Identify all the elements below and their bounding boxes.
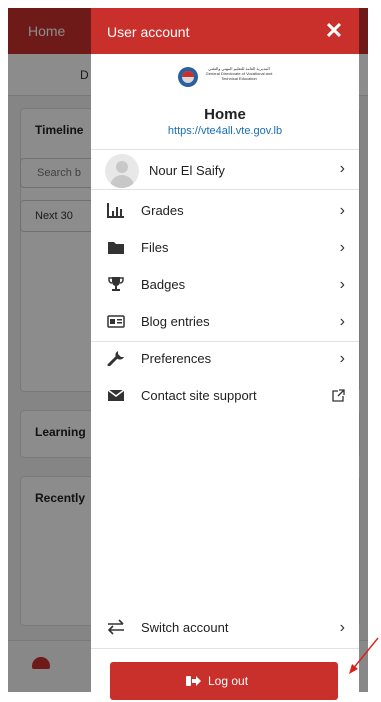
user-profile-item[interactable]: Nour El Saify ›: [91, 150, 359, 190]
chevron-right-icon: ›: [339, 313, 345, 330]
menu-item-grades[interactable]: Grades ›: [91, 192, 359, 229]
user-account-drawer: User account ✕ المديرية العامة للتعليم ا…: [91, 8, 359, 700]
site-name: Home: [204, 106, 246, 123]
blog-icon: [107, 315, 125, 328]
wrench-icon: [107, 351, 124, 366]
menu-item-label: Switch account: [141, 620, 229, 635]
menu-item-label: Grades: [141, 203, 184, 218]
switch-icon: [107, 619, 124, 635]
close-icon[interactable]: ✕: [323, 20, 345, 42]
menu-item-label: Badges: [141, 277, 186, 292]
user-name: Nour El Saify: [149, 163, 225, 178]
logout-section: Log out: [91, 648, 359, 700]
chevron-right-icon: ›: [339, 276, 345, 293]
avatar: [105, 154, 139, 188]
menu-item-files[interactable]: Files ›: [91, 229, 359, 266]
annotation-arrow-icon: [349, 637, 379, 674]
chevron-right-icon: ›: [339, 350, 345, 367]
menu-item-badges[interactable]: Badges ›: [91, 266, 359, 303]
menu-item-label: Blog entries: [141, 314, 210, 329]
site-logo: المديرية العامة للتعليم المهني والتقني G…: [175, 64, 279, 90]
logo-text: المديرية العامة للتعليم المهني والتقني G…: [205, 66, 273, 81]
external-link-icon: [332, 389, 345, 402]
bar-chart-icon: [107, 203, 124, 218]
menu-item-switch-account[interactable]: Switch account ›: [91, 609, 359, 646]
menu-item-blog-entries[interactable]: Blog entries ›: [91, 303, 359, 340]
menu-item-preferences[interactable]: Preferences ›: [91, 340, 359, 377]
folder-icon: [108, 242, 124, 254]
drawer-header: User account ✕: [91, 8, 359, 54]
menu-item-label: Files: [141, 240, 169, 255]
logout-button[interactable]: Log out: [110, 662, 338, 700]
drawer-title: User account: [107, 24, 190, 40]
chevron-right-icon: ›: [339, 619, 345, 636]
menu-item-label: Preferences: [141, 351, 212, 366]
trophy-icon: [108, 277, 124, 291]
sign-out-icon: [186, 676, 201, 686]
menu-item-label: Contact site support: [141, 388, 257, 403]
logo-emblem-icon: [178, 67, 198, 87]
chevron-right-icon: ›: [339, 239, 345, 256]
site-url-link[interactable]: https://vte4all.vte.gov.lb: [91, 125, 359, 137]
site-info: المديرية العامة للتعليم المهني والتقني G…: [91, 54, 359, 150]
logout-label: Log out: [208, 674, 249, 688]
chevron-right-icon: ›: [339, 202, 345, 219]
envelope-icon: [107, 389, 125, 401]
menu-item-contact-support[interactable]: Contact site support: [91, 377, 359, 414]
chevron-right-icon: ›: [339, 160, 345, 177]
